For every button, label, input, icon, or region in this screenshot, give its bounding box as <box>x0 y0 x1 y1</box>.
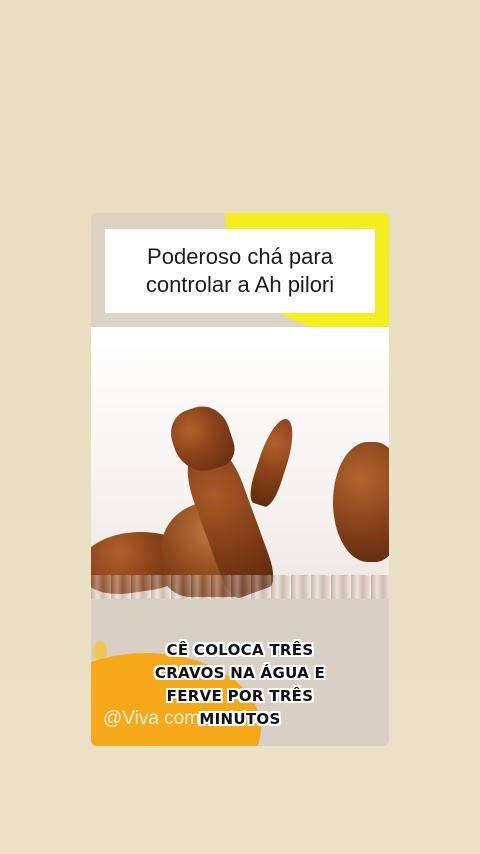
cloves-photo <box>91 327 389 599</box>
clove-spike <box>245 414 301 510</box>
clove-right <box>333 442 389 562</box>
subtitle-caption: CÊ COLOCA TRÊS CRAVOS NA ÁGUA E FERVE PO… <box>140 639 340 731</box>
caption-line-1: CÊ COLOCA TRÊS <box>166 641 314 659</box>
photo-reflection <box>91 575 389 599</box>
caption-line-4: MINUTOS <box>199 710 281 728</box>
title-line-1: Poderoso chá para <box>147 244 333 269</box>
caption-line-3: FERVE POR TRÊS <box>166 687 314 705</box>
title-line-2: controlar a Ah pilori <box>145 272 335 297</box>
title-box: Poderoso chá para controlar a Ah pilori <box>105 229 375 313</box>
caption-line-2: CRAVOS NA ÁGUA E <box>154 664 326 682</box>
